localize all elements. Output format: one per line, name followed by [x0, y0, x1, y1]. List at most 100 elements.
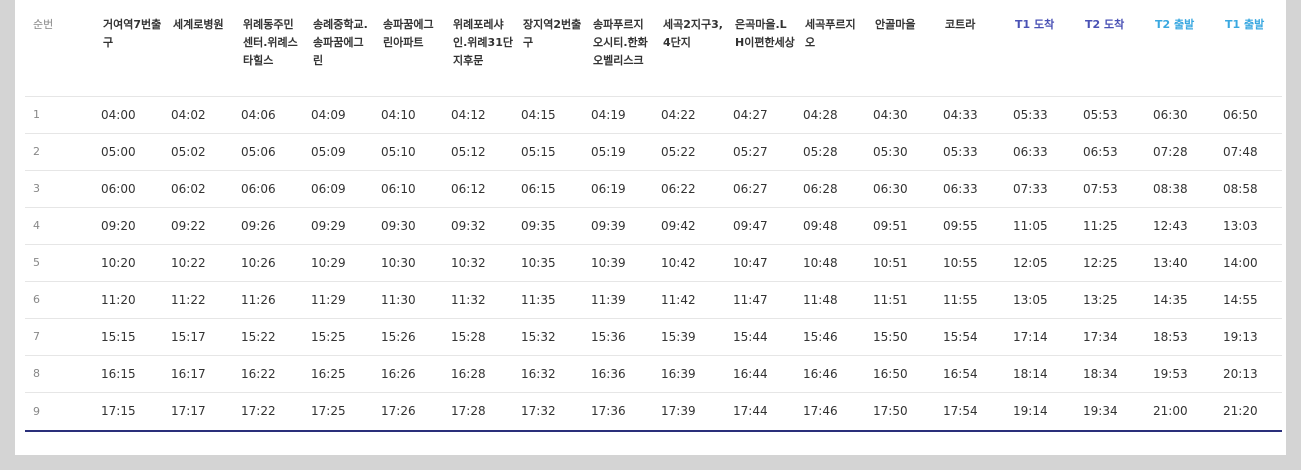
time-cell: 11:48 — [795, 281, 865, 319]
time-cell: 17:39 — [653, 392, 725, 432]
header-stop: 위례동주민센터.위례스타힐스 — [233, 0, 303, 97]
table-row: 4 09:20 09:22 09:26 09:29 09:30 09:32 09:35 09:3… — [25, 207, 1282, 245]
time-cell: 19:53 — [1145, 355, 1215, 393]
time-cell: 09:32 — [443, 207, 513, 245]
time-cell: 05:06 — [233, 133, 303, 171]
time-cell: 17:17 — [163, 392, 233, 432]
header-t2-depart: T2 출발 — [1145, 0, 1215, 97]
header-row: 순번 거여역7번출구 세계로병원 위례동주민센터.위례스타힐스 송례중학교.송파꿈에그린… — [25, 0, 1282, 97]
time-cell: 04:28 — [795, 96, 865, 134]
time-cell: 16:32 — [513, 355, 583, 393]
time-cell: 15:25 — [303, 318, 373, 356]
time-cell: 15:44 — [725, 318, 795, 356]
time-cell: 11:51 — [865, 281, 935, 319]
time-cell: 06:30 — [865, 170, 935, 208]
time-cell: 10:55 — [935, 244, 1005, 282]
header-stop: 위례포레샤인.위례31단지후문 — [443, 0, 513, 97]
time-cell: 04:22 — [653, 96, 725, 134]
time-cell: 18:34 — [1075, 355, 1145, 393]
time-cell: 05:19 — [583, 133, 653, 171]
time-cell: 06:22 — [653, 170, 725, 208]
time-cell: 06:02 — [163, 170, 233, 208]
time-cell: 05:27 — [725, 133, 795, 171]
table-row: 3 06:00 06:02 06:06 06:09 06:10 06:12 06:15 06:1… — [25, 170, 1282, 208]
time-cell: 09:26 — [233, 207, 303, 245]
time-cell: 17:54 — [935, 392, 1005, 432]
time-cell: 09:51 — [865, 207, 935, 245]
header-stop: 장지역2번출구 — [513, 0, 583, 97]
time-cell: 15:36 — [583, 318, 653, 356]
time-cell: 17:50 — [865, 392, 935, 432]
header-t1-depart: T1 출발 — [1215, 0, 1282, 97]
row-number: 5 — [25, 244, 93, 282]
row-number: 2 — [25, 133, 93, 171]
header-stop: 은곡마을.LH이편한세상 — [725, 0, 795, 97]
time-cell: 10:20 — [93, 244, 163, 282]
time-cell: 06:28 — [795, 170, 865, 208]
time-cell: 16:46 — [795, 355, 865, 393]
time-cell: 16:15 — [93, 355, 163, 393]
row-number: 9 — [25, 392, 93, 432]
time-cell: 13:40 — [1145, 244, 1215, 282]
time-cell: 10:48 — [795, 244, 865, 282]
row-number: 8 — [25, 355, 93, 393]
time-cell: 10:35 — [513, 244, 583, 282]
time-cell: 16:39 — [653, 355, 725, 393]
time-cell: 04:19 — [583, 96, 653, 134]
bus-timetable: 순번 거여역7번출구 세계로병원 위례동주민센터.위례스타힐스 송례중학교.송파꿈에그린… — [25, 0, 1282, 432]
header-stop: 세곡2지구3,4단지 — [653, 0, 725, 97]
time-cell: 06:19 — [583, 170, 653, 208]
time-cell: 07:53 — [1075, 170, 1145, 208]
timetable-panel: 순번 거여역7번출구 세계로병원 위례동주민센터.위례스타힐스 송례중학교.송파꿈에그린… — [15, 0, 1286, 455]
table-row: 8 16:15 16:17 16:22 16:25 16:26 16:28 16:32 16:3… — [25, 355, 1282, 393]
header-stop: 안골마을 — [865, 0, 935, 97]
header-stop: 송례중학교.송파꿈에그린 — [303, 0, 373, 97]
time-cell: 04:30 — [865, 96, 935, 134]
time-cell: 04:09 — [303, 96, 373, 134]
time-cell: 09:55 — [935, 207, 1005, 245]
row-number: 6 — [25, 281, 93, 319]
time-cell: 16:50 — [865, 355, 935, 393]
time-cell: 04:00 — [93, 96, 163, 134]
header-seq: 순번 — [25, 0, 93, 97]
time-cell: 11:47 — [725, 281, 795, 319]
time-cell: 14:00 — [1215, 244, 1282, 282]
time-cell: 07:48 — [1215, 133, 1282, 171]
time-cell: 04:12 — [443, 96, 513, 134]
time-cell: 15:28 — [443, 318, 513, 356]
time-cell: 17:44 — [725, 392, 795, 432]
header-stop: 세계로병원 — [163, 0, 233, 97]
table-row: 2 05:00 05:02 05:06 05:09 05:10 05:12 05:15 05:1… — [25, 133, 1282, 171]
time-cell: 05:30 — [865, 133, 935, 171]
time-cell: 19:14 — [1005, 392, 1075, 432]
time-cell: 11:32 — [443, 281, 513, 319]
time-cell: 11:30 — [373, 281, 443, 319]
time-cell: 09:47 — [725, 207, 795, 245]
time-cell: 17:46 — [795, 392, 865, 432]
time-cell: 06:33 — [935, 170, 1005, 208]
time-cell: 08:38 — [1145, 170, 1215, 208]
time-cell: 04:27 — [725, 96, 795, 134]
time-cell: 15:22 — [233, 318, 303, 356]
time-cell: 13:05 — [1005, 281, 1075, 319]
time-cell: 10:22 — [163, 244, 233, 282]
time-cell: 06:33 — [1005, 133, 1075, 171]
time-cell: 17:22 — [233, 392, 303, 432]
time-cell: 05:10 — [373, 133, 443, 171]
header-stop: 송파꿈에그린아파트 — [373, 0, 443, 97]
row-number: 7 — [25, 318, 93, 356]
time-cell: 11:25 — [1075, 207, 1145, 245]
time-cell: 18:53 — [1145, 318, 1215, 356]
time-cell: 11:22 — [163, 281, 233, 319]
row-number: 4 — [25, 207, 93, 245]
header-t2-arrive: T2 도착 — [1075, 0, 1145, 97]
time-cell: 15:50 — [865, 318, 935, 356]
time-cell: 05:09 — [303, 133, 373, 171]
time-cell: 06:12 — [443, 170, 513, 208]
time-cell: 10:26 — [233, 244, 303, 282]
time-cell: 04:10 — [373, 96, 443, 134]
time-cell: 17:32 — [513, 392, 583, 432]
time-cell: 09:29 — [303, 207, 373, 245]
row-number: 3 — [25, 170, 93, 208]
time-cell: 09:42 — [653, 207, 725, 245]
